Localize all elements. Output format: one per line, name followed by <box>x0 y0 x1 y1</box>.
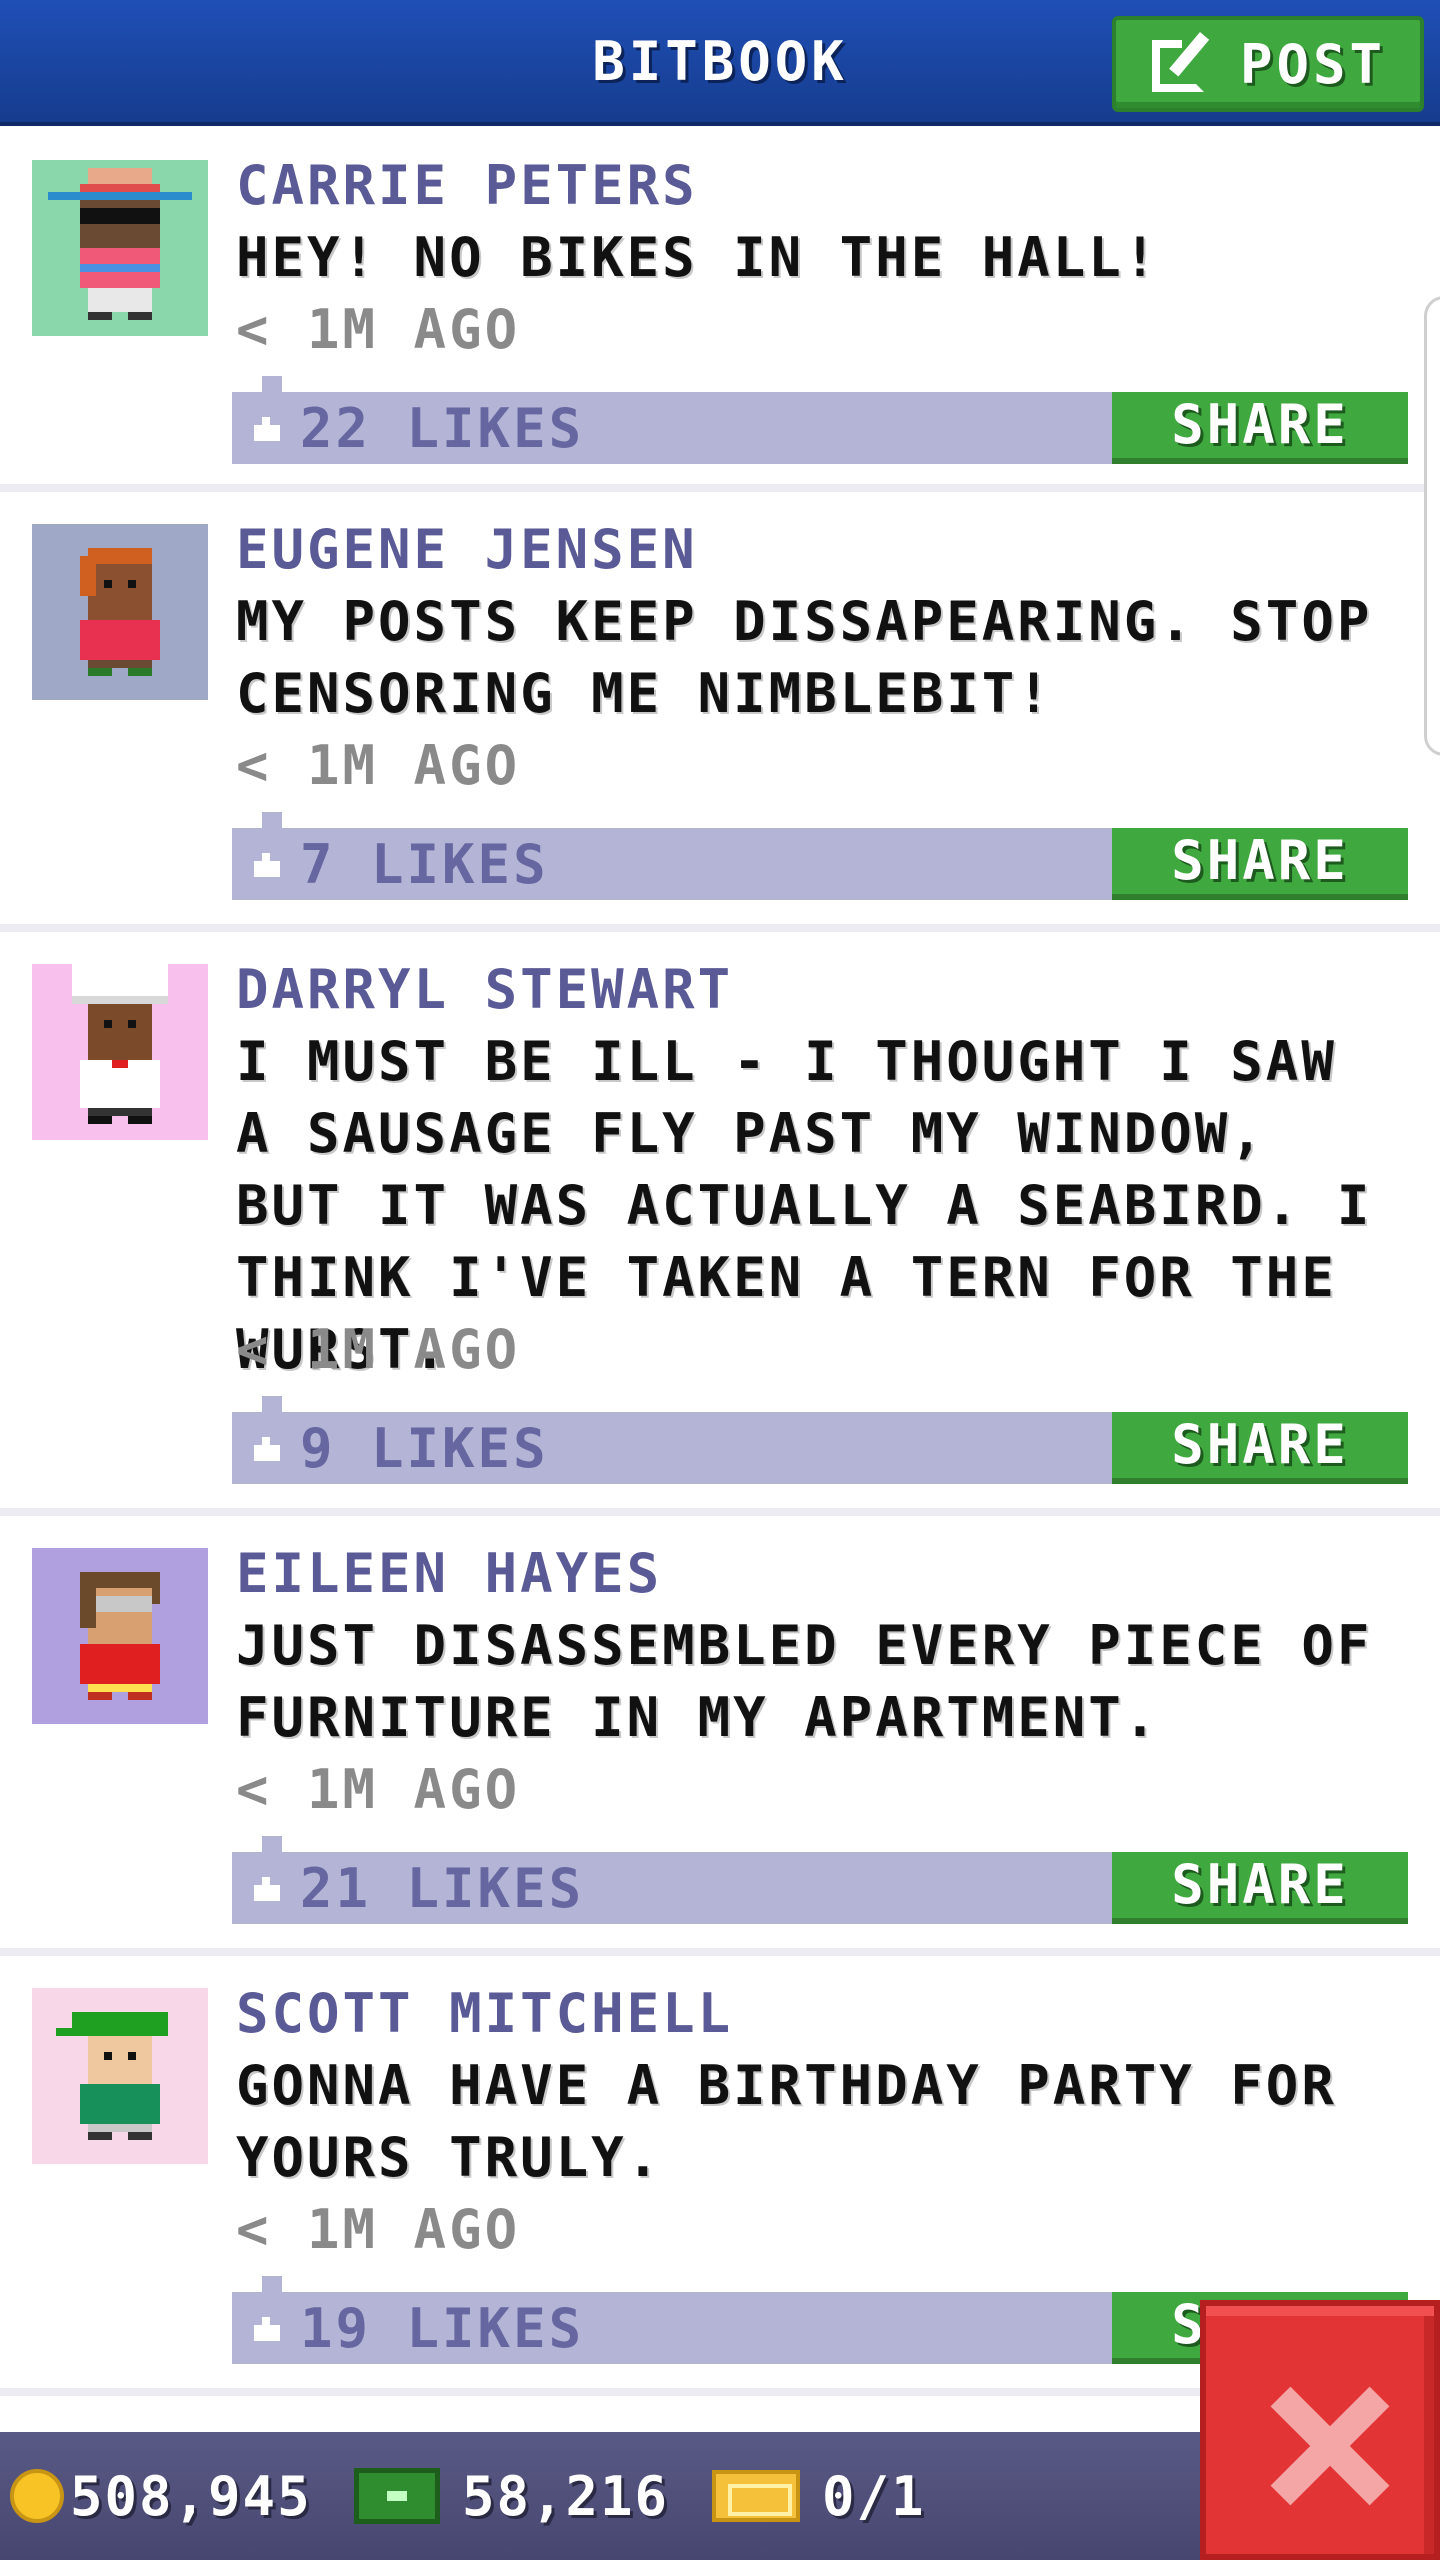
likes-bar: 7 LIKES SHARE <box>232 812 1408 900</box>
likes-count: 7 LIKES <box>300 832 549 896</box>
bux-stat: 58,216 <box>354 2432 669 2560</box>
likes-bar: 9 LIKES SHARE <box>232 1396 1408 1484</box>
post-button-label: POST <box>1240 32 1387 96</box>
thumbs-up-icon <box>250 413 282 443</box>
post-author[interactable]: DARRYL STEWART <box>236 954 733 1026</box>
post-time: < 1M AGO <box>236 298 521 361</box>
feed-post: EILEEN HAYES JUST DISASSEMBLED EVERY PIE… <box>0 1516 1440 1956</box>
likes-count: 22 LIKES <box>300 396 585 460</box>
post-author[interactable]: EUGENE JENSEN <box>236 514 698 586</box>
coin-icon <box>10 2469 64 2523</box>
coins-value: 508,945 <box>70 2464 312 2528</box>
edit-icon <box>1152 32 1216 96</box>
top-bar: BITBOOK POST <box>0 0 1440 126</box>
post-button[interactable]: POST <box>1112 16 1424 112</box>
post-text: JUST DISASSEMBLED EVERY PIECE OF FURNITU… <box>236 1614 1373 1749</box>
tickets-value: 0/1 <box>822 2464 926 2528</box>
likes-bar: 21 LIKES SHARE <box>232 1836 1408 1924</box>
share-button[interactable]: SHARE <box>1112 1852 1408 1924</box>
likes-count: 9 LIKES <box>300 1416 549 1480</box>
post-text: GONNA HAVE A BIRTHDAY PARTY FOR YOURS TR… <box>236 2054 1337 2189</box>
scrollbar-thumb[interactable] <box>1424 296 1440 756</box>
post-time: < 1M AGO <box>236 734 521 797</box>
feed-post: DARRYL STEWART I MUST BE ILL - I THOUGHT… <box>0 932 1440 1516</box>
post-time: < 1M AGO <box>236 2198 521 2261</box>
ticket-icon <box>712 2470 800 2522</box>
post-author[interactable]: CARRIE PETERS <box>236 150 698 222</box>
close-button[interactable] <box>1200 2300 1440 2560</box>
bitbook-feed[interactable]: CARRIE PETERS HEY! NO BIKES IN THE HALL!… <box>0 130 1440 2396</box>
feed-post: CARRIE PETERS HEY! NO BIKES IN THE HALL!… <box>0 130 1440 492</box>
thumbs-up-icon <box>250 1873 282 1903</box>
thumbs-up-icon <box>250 849 282 879</box>
avatar <box>32 1988 208 2164</box>
feed-post: EUGENE JENSEN MY POSTS KEEP DISSAPEARING… <box>0 492 1440 932</box>
post-time: < 1M AGO <box>236 1758 521 1821</box>
post-author[interactable]: SCOTT MITCHELL <box>236 1978 733 2050</box>
post-text: HEY! NO BIKES IN THE HALL! <box>236 226 1160 289</box>
share-button[interactable]: SHARE <box>1112 828 1408 900</box>
post-time: < 1M AGO <box>236 1318 521 1381</box>
post-text: MY POSTS KEEP DISSAPEARING. STOP CENSORI… <box>236 590 1373 725</box>
tickets-stat: 0/1 <box>712 2432 926 2560</box>
bux-icon <box>354 2468 440 2524</box>
share-button[interactable]: SHARE <box>1112 1412 1408 1484</box>
post-author[interactable]: EILEEN HAYES <box>236 1538 662 1610</box>
avatar <box>32 1548 208 1724</box>
avatar <box>32 524 208 700</box>
thumbs-up-icon <box>250 1433 282 1463</box>
avatar <box>32 964 208 1140</box>
likes-bar: 22 LIKES SHARE <box>232 376 1408 464</box>
likes-count: 21 LIKES <box>300 1856 585 1920</box>
bux-value: 58,216 <box>462 2464 670 2528</box>
likes-count: 19 LIKES <box>300 2296 585 2360</box>
share-button[interactable]: SHARE <box>1112 392 1408 464</box>
close-icon <box>1270 2386 1390 2506</box>
thumbs-up-icon <box>250 2313 282 2343</box>
coins-stat: 508,945 <box>10 2432 312 2560</box>
avatar <box>32 160 208 336</box>
